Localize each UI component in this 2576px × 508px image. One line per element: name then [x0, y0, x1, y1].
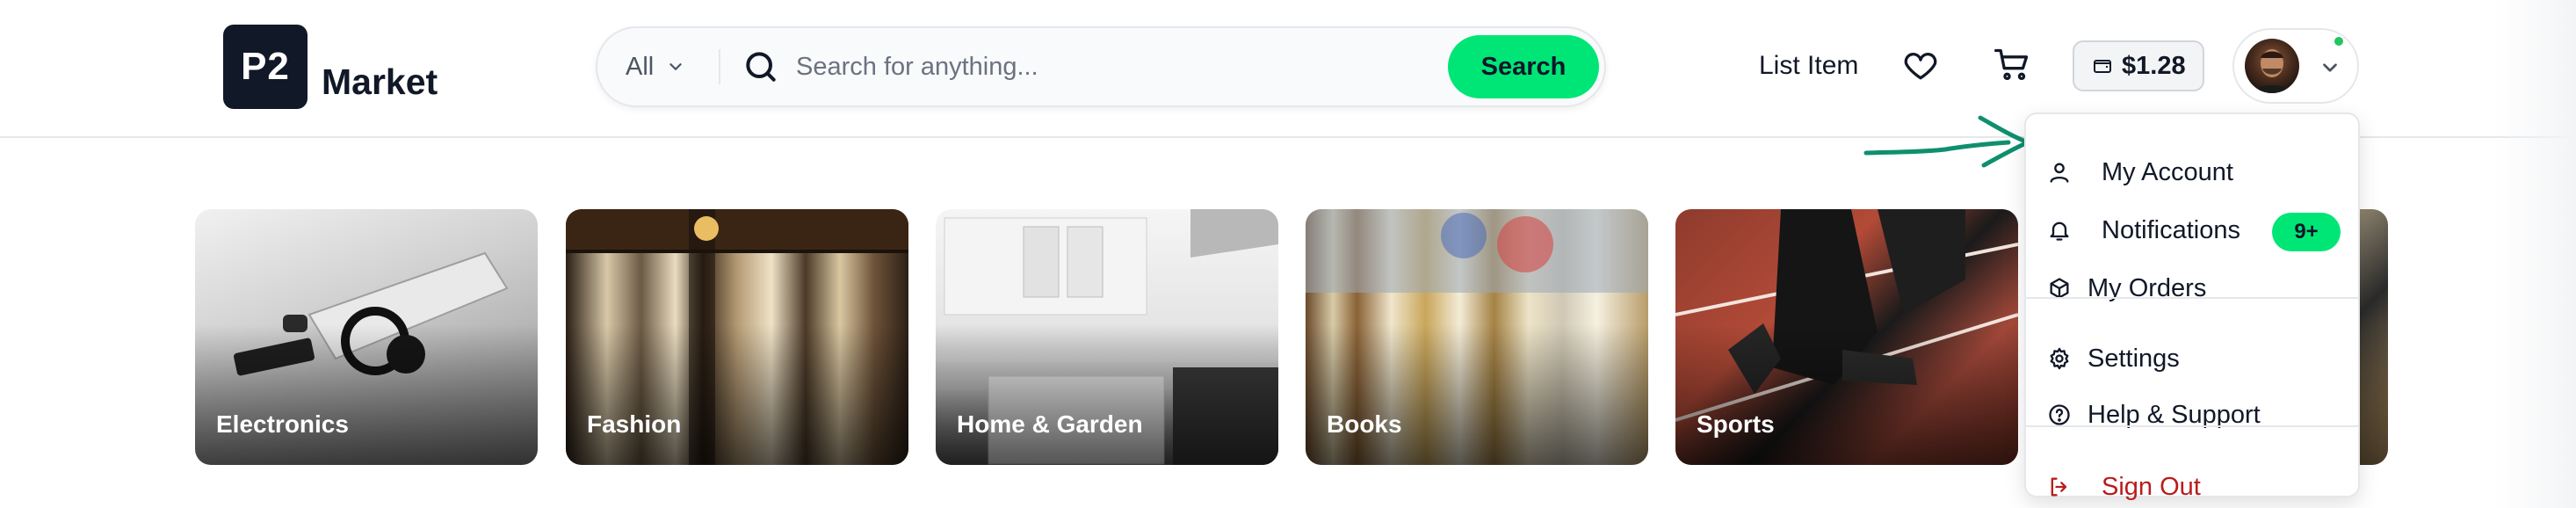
category-label: Books	[1327, 410, 1402, 438]
menu-item-sign-out[interactable]: Sign Out	[2026, 462, 2358, 508]
category-label: Home & Garden	[957, 410, 1143, 438]
search-divider	[719, 49, 720, 84]
category-label: Sports	[1697, 410, 1775, 438]
heart-icon[interactable]	[1901, 46, 1940, 84]
search-icon	[746, 52, 776, 82]
chevron-down-icon	[669, 63, 682, 70]
right-edge-fade	[2495, 0, 2576, 508]
search-category-label: All	[626, 52, 655, 81]
search-input[interactable]	[796, 42, 1323, 91]
wallet-balance: $1.28	[2122, 51, 2186, 80]
gear-icon	[2050, 347, 2069, 370]
list-item-link[interactable]: List Item	[1759, 51, 1858, 81]
category-card-sports[interactable]: Sports	[1675, 209, 2018, 465]
user-icon	[2050, 163, 2069, 183]
account-dropdown-menu: My Account Notifications 9+ My Orders Se…	[2024, 112, 2360, 501]
avatar-portrait	[2252, 49, 2292, 93]
menu-item-help-support[interactable]: Help & Support	[2026, 390, 2358, 439]
wallet-icon	[2094, 60, 2111, 73]
menu-item-settings[interactable]: Settings	[2026, 334, 2358, 383]
menu-item-my-account[interactable]: My Account	[2026, 148, 2358, 197]
menu-item-notifications[interactable]: Notifications 9+	[2026, 206, 2358, 255]
logo-mark[interactable]: P2	[223, 25, 308, 109]
avatar	[2245, 39, 2299, 93]
menu-item-label: My Orders	[2088, 274, 2207, 302]
bell-icon	[2050, 221, 2069, 241]
search-button[interactable]: Search	[1448, 35, 1599, 98]
cart-icon[interactable]	[1993, 46, 2031, 84]
profile-menu-button[interactable]	[2232, 28, 2359, 104]
logo-name[interactable]: Market	[322, 62, 438, 103]
menu-divider	[2026, 297, 2358, 299]
menu-item-label: Sign Out	[2102, 473, 2201, 501]
menu-item-label: Notifications	[2102, 216, 2240, 244]
online-status-dot	[2333, 35, 2345, 47]
wallet-balance-button[interactable]: $1.28	[2073, 40, 2204, 91]
menu-item-label: My Account	[2102, 158, 2233, 186]
menu-item-label: Settings	[2088, 345, 2180, 373]
category-label: Electronics	[216, 410, 349, 438]
menu-divider	[2026, 425, 2358, 427]
help-circle-icon	[2049, 404, 2070, 425]
notifications-badge: 9+	[2272, 213, 2341, 251]
category-card-books[interactable]: Books	[1306, 209, 1648, 465]
category-card-fashion[interactable]: Fashion	[566, 209, 908, 465]
category-label: Fashion	[587, 410, 682, 438]
search-category-select[interactable]: All	[626, 28, 685, 105]
search-bar: All Search	[596, 26, 1606, 107]
menu-item-my-orders[interactable]: My Orders	[2026, 264, 2358, 313]
category-card-home-garden[interactable]: Home & Garden	[936, 209, 1278, 465]
category-card-electronics[interactable]: Electronics	[195, 209, 538, 465]
annotation-arrow-icon	[1863, 115, 2030, 168]
sign-out-icon	[2051, 477, 2067, 497]
chevron-down-icon	[2323, 63, 2337, 72]
